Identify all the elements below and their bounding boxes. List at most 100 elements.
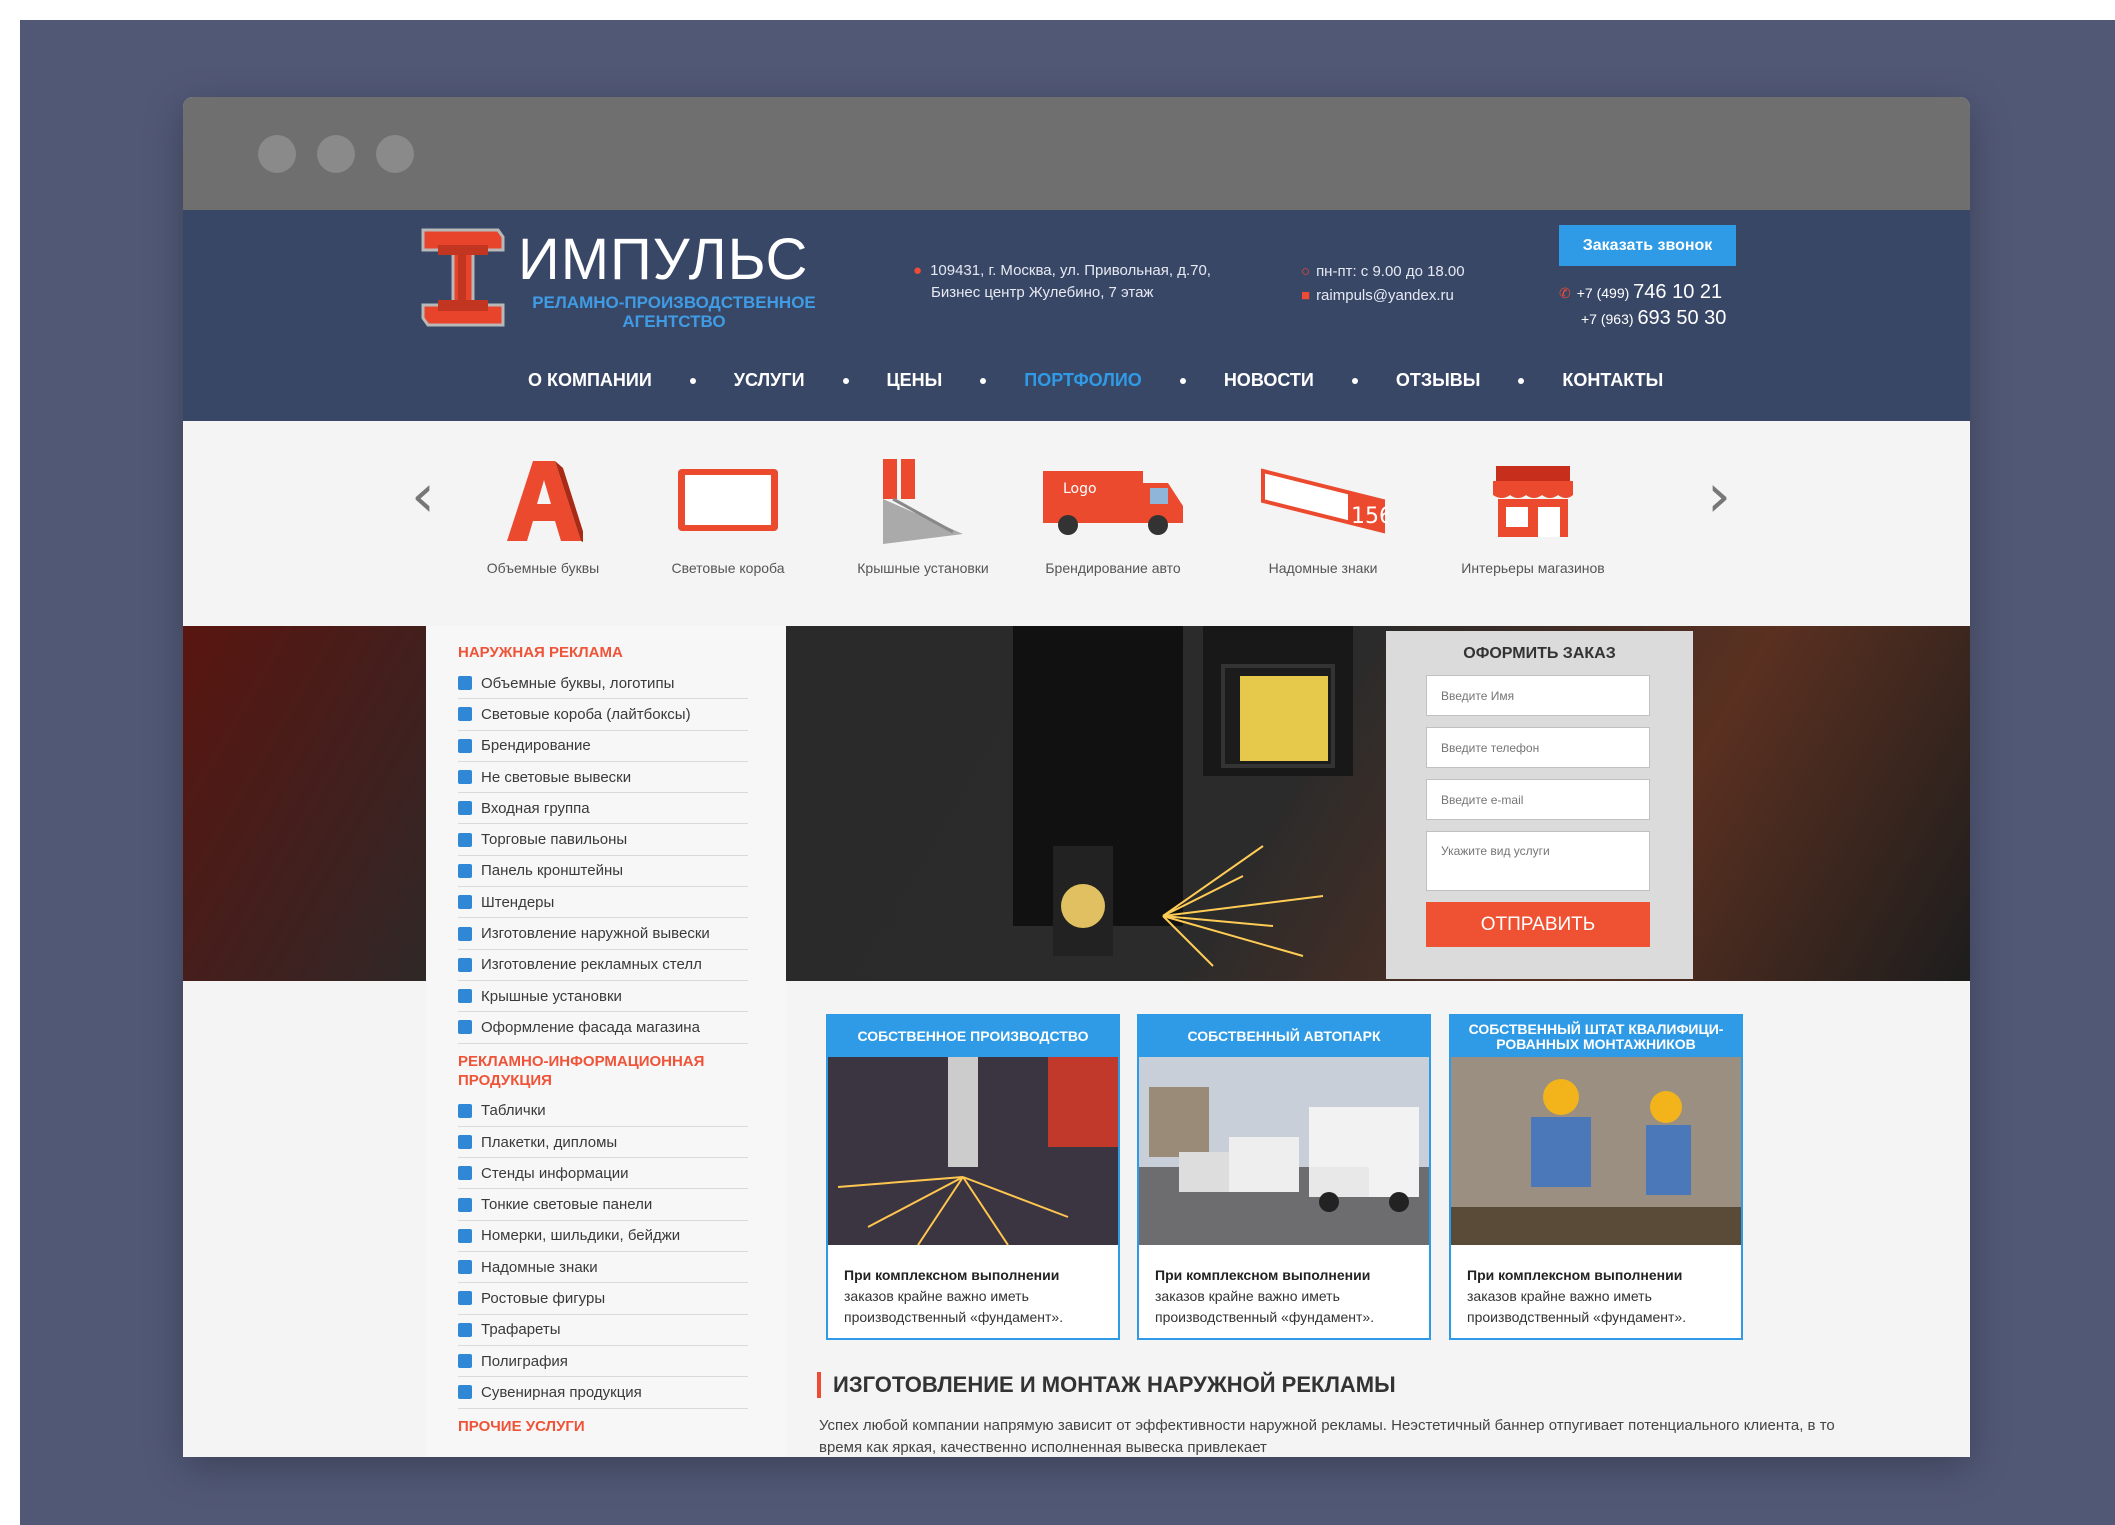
nav-item-reviews[interactable]: Отзывы [1396,370,1481,391]
category-label: Надомные знаки [1268,560,1378,576]
sidebar-item[interactable]: Надомные знаки [458,1252,748,1284]
nav-item-prices[interactable]: Цены [887,370,943,391]
phone2-number[interactable]: 693 50 30 [1637,307,1726,329]
nav-item-company[interactable]: О компании [528,370,652,391]
van-icon: Logo [1043,471,1183,535]
sidebar-item[interactable]: Брендирование [458,731,748,762]
sidebar-item-label: Надомные знаки [481,1258,598,1276]
mail-icon: ■ [1301,287,1311,304]
nav-item-services[interactable]: Услуги [734,370,805,391]
sidebar-item[interactable]: Входная группа [458,793,748,825]
address-line-2: Бизнес центр Жулебино, 7 этаж [931,284,1154,301]
card-text-bold: При комплексном выполнении [1155,1267,1371,1283]
order-call-button[interactable]: Заказать звонок [1559,225,1736,266]
sidebar-item-label: Не световые вывески [481,768,632,786]
email-input[interactable] [1426,779,1650,820]
address-line-1: 109431, г. Москва, ул. Привольная, д.70, [930,262,1211,279]
phone1-code: +7 (499) [1576,285,1630,301]
sidebar-item-label: Тонкие световые панели [481,1196,653,1214]
window-dot-minimize[interactable] [317,135,355,173]
nav-item-news[interactable]: Новости [1224,370,1314,391]
category-item[interactable]: Интерьеры магазинов [1453,451,1613,576]
sidebar-item[interactable]: Трафареты [458,1315,748,1346]
category-label: Интерьеры магазинов [1461,560,1605,576]
logo-i-icon [421,228,505,327]
sidebar-item[interactable]: Ростовые фигуры [458,1283,748,1315]
sidebar-item[interactable]: Торговые павильоны [458,824,748,856]
sidebar-item-label: Плакетки, дипломы [481,1133,618,1151]
phone1-number[interactable]: 746 10 21 [1633,281,1722,303]
nav-separator [689,377,696,384]
name-input[interactable] [1426,675,1650,716]
feature-card[interactable]: Собственное производство При комплексном… [826,1014,1120,1340]
nav-separator [842,377,849,384]
sidebar-item[interactable]: Изготовление наружной вывески [458,918,748,950]
sidebar-item-label: Трафареты [481,1321,561,1339]
card-title: Собственный штат квалифици-рованных монт… [1451,1016,1741,1057]
svg-text:156: 156 [1351,504,1388,529]
sidebar-item-label: Торговые павильоны [481,831,628,849]
main-nav: О компании Услуги Цены Портфолио Новости… [528,370,1663,391]
service-input[interactable] [1426,831,1650,891]
category-item[interactable]: Световые короба [648,451,808,576]
sidebar-item[interactable]: Стенды информации [458,1158,748,1190]
sidebar-item[interactable]: Световые короба (лайтбоксы) [458,699,748,731]
sidebar-item[interactable]: Штендеры [458,887,748,919]
chevron-left-icon[interactable]: ‹ [411,466,435,526]
feature-card[interactable]: Собственный автопарк При комплексном вып… [1137,1014,1431,1340]
category-item[interactable]: Крышные установки [843,451,1003,576]
sidebar-item-label: Изготовление наружной вывески [481,925,710,943]
sidebar-item-icon [458,1322,472,1337]
category-item[interactable]: Logo Брендирование авто [1033,451,1193,576]
nav-item-contacts[interactable]: Контакты [1562,370,1663,391]
sidebar-heading: Рекламно-информационная продукция [458,1052,705,1089]
sidebar-item[interactable]: Сувенирная продукция [458,1377,748,1409]
nav-item-portfolio[interactable]: Портфолио [1024,370,1142,391]
brand-tagline: РЕЛАМНО-ПРОИЗВОДСТВЕННОЕ АГЕНТСТВО [532,293,816,331]
category-item[interactable]: Объемные буквы [463,451,623,576]
sidebar-item[interactable]: Тонкие световые панели [458,1189,748,1221]
nav-separator [1351,377,1358,384]
phone-input[interactable] [1426,727,1650,768]
sidebar-item[interactable]: Номерки, шильдики, бейджи [458,1221,748,1253]
chevron-right-icon[interactable]: › [1707,466,1731,526]
sidebar-item[interactable]: Крышные установки [458,981,748,1013]
sidebar-item[interactable]: Не световые вывески [458,762,748,794]
sidebar-item[interactable]: Объемные буквы, логотипы [458,668,748,700]
logo[interactable]: ИМПУЛЬС РЕЛАМНО-ПРОИЗВОДСТВЕННОЕ АГЕНТСТ… [418,225,838,331]
sidebar-item-icon [458,707,472,722]
sidebar: Наружная реклама Объемные буквы, логотип… [426,626,786,1457]
category-label: Брендирование авто [1045,560,1181,576]
order-form-title: ОФОРМИТЬ ЗАКАЗ [1463,645,1616,662]
sidebar-item-label: Таблички [481,1102,546,1120]
email-link[interactable]: raimpuls@yandex.ru [1316,287,1454,304]
sidebar-item-label: Ростовые фигуры [481,1289,606,1307]
sidebar-item-icon [458,1135,472,1149]
nav-separator [980,377,987,384]
sidebar-item[interactable]: Таблички [458,1096,748,1127]
installers-image [1451,1057,1741,1245]
shop-icon [1493,466,1573,537]
card-text: При комплексном выполнении заказов крайн… [828,1250,1118,1343]
sidebar-item[interactable]: Изготовление рекламных стелл [458,950,748,981]
house-number-icon: 156 [1261,468,1388,534]
phone2-code: +7 (963) [1581,311,1634,327]
section-title: ИЗГОТОВЛЕНИЕ И МОНТАЖ НАРУЖНОЙ РЕКЛАМЫ [817,1372,1396,1398]
sidebar-item-label: Полиграфия [481,1352,568,1370]
window-dot-maximize[interactable] [376,135,414,173]
submit-button[interactable]: ОТПРАВИТЬ [1426,902,1650,947]
sidebar-item-icon [458,1103,472,1118]
sidebar-item[interactable]: Полиграфия [458,1346,748,1378]
sidebar-item[interactable]: Оформление фасада магазина [458,1012,748,1044]
browser-chrome [183,97,1970,210]
category-item[interactable]: 156 Надомные знаки [1243,451,1403,576]
sidebar-item-icon [458,1020,472,1035]
address: ● 109431, г. Москва, ул. Привольная, д.70… [913,260,1211,304]
sidebar-item-label: Крышные установки [481,987,622,1005]
window-dot-close[interactable] [258,135,296,173]
contact-info: ○ пн-пт: с 9.00 до 18.00 ■ raimpuls@yandex… [1301,260,1465,308]
sidebar-item[interactable]: Панель кронштейны [458,856,748,888]
sidebar-item[interactable]: Плакетки, дипломы [458,1127,748,1159]
sidebar-item-icon [458,1228,472,1243]
feature-card[interactable]: Собственный штат квалифици-рованных монт… [1449,1014,1743,1340]
